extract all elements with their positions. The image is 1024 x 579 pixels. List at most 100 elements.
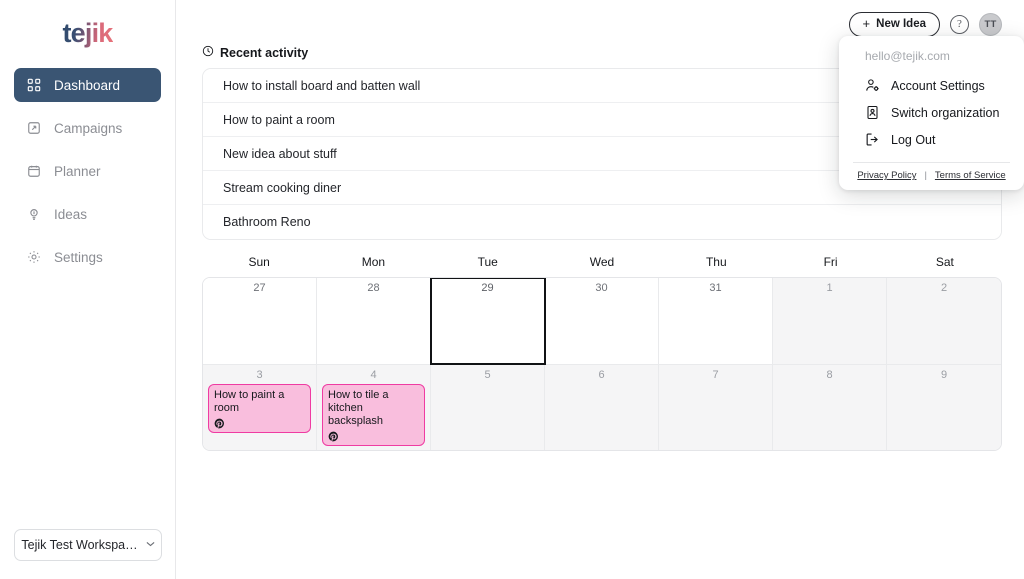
activity-label: Bathroom Reno xyxy=(223,215,311,229)
logout-icon xyxy=(865,132,880,147)
day-number: 6 xyxy=(598,369,605,381)
calendar-cell[interactable]: 7 xyxy=(659,364,773,450)
calendar-day-header: Tue xyxy=(477,255,498,269)
menu-item-label: Account Settings xyxy=(891,78,985,93)
event-title: How to paint a room xyxy=(214,389,285,414)
calendar-day-header: Sat xyxy=(935,255,954,269)
sidebar-item-label: Dashboard xyxy=(54,77,121,93)
calendar-cell[interactable]: 27 xyxy=(203,278,317,364)
calendar-cell[interactable]: 3 How to paint a room xyxy=(203,364,317,450)
help-label: ? xyxy=(957,18,962,30)
organization-icon xyxy=(865,105,880,120)
workspace-label: Tejik Test Workspa… xyxy=(21,538,138,552)
new-idea-button[interactable]: + New Idea xyxy=(848,11,940,37)
calendar-cell[interactable]: 6 xyxy=(545,364,659,450)
event-title: How to tile a kitchen backsplash xyxy=(328,389,389,427)
day-number: 9 xyxy=(940,369,948,381)
calendar-cell[interactable]: 30 xyxy=(545,278,659,364)
menu-item-label: Log Out xyxy=(891,132,936,147)
calendar-grid: 27 28 29 30 31 1 2 3 How to paint a room… xyxy=(202,277,1002,451)
account-menu: hello@tejik.com Account Settings Switch … xyxy=(839,36,1024,190)
sidebar-item-campaigns[interactable]: Campaigns xyxy=(14,111,161,145)
workspace-selector-wrap: Tejik Test Workspa… xyxy=(0,529,175,579)
calendar-cell[interactable]: 31 xyxy=(659,278,773,364)
calendar-cell-today[interactable]: 29 xyxy=(430,278,546,365)
sidebar-item-dashboard[interactable]: Dashboard xyxy=(14,68,161,102)
avatar-initials: TT xyxy=(984,18,997,30)
activity-label: Stream cooking diner xyxy=(223,180,342,195)
recent-activity-title: Recent activity xyxy=(220,45,309,60)
calendar-cell[interactable]: 8 xyxy=(773,364,887,450)
calendar: Sun Mon Tue Wed Thu Fri Sat 27 28 29 30 … xyxy=(202,255,1002,451)
workspace-selector[interactable]: Tejik Test Workspa… xyxy=(14,529,162,561)
account-email: hello@tejik.com xyxy=(865,49,950,63)
calendar-cell[interactable]: 28 xyxy=(317,278,431,364)
app-root: tejik Dashboard Campaigns Planner Ideas … xyxy=(0,0,1024,579)
topbar: + New Idea ? TT xyxy=(200,0,1002,40)
grid-icon xyxy=(26,78,41,93)
sidebar-item-label: Planner xyxy=(54,163,101,179)
user-gear-icon xyxy=(865,78,880,93)
clock-icon xyxy=(202,45,214,60)
sidebar: tejik Dashboard Campaigns Planner Ideas … xyxy=(0,0,176,579)
calendar-cell[interactable]: 2 xyxy=(887,278,1001,364)
calendar-day-headers: Sun Mon Tue Wed Thu Fri Sat xyxy=(202,255,1002,273)
day-number: 31 xyxy=(709,282,722,294)
calendar-day-header: Sun xyxy=(248,255,270,269)
sidebar-item-label: Settings xyxy=(54,249,103,265)
plus-icon: + xyxy=(862,16,871,31)
calendar-cell[interactable]: 9 xyxy=(887,364,1001,450)
sidebar-item-ideas[interactable]: Ideas xyxy=(14,197,161,231)
sidebar-nav: Dashboard Campaigns Planner Ideas Settin… xyxy=(0,68,175,274)
menu-item-log-out[interactable]: Log Out xyxy=(839,126,1024,153)
calendar-cell[interactable]: 1 xyxy=(773,278,887,364)
activity-label: New idea about stuff xyxy=(223,146,337,161)
sidebar-item-label: Campaigns xyxy=(54,120,123,136)
day-number: 3 xyxy=(256,369,263,381)
gear-icon xyxy=(26,250,41,265)
footer-separator: | xyxy=(924,170,927,181)
sidebar-item-planner[interactable]: Planner xyxy=(14,154,161,188)
logo-text: tejik xyxy=(62,17,113,48)
lightbulb-icon xyxy=(26,207,41,222)
chevron-down-icon xyxy=(146,540,155,550)
day-number: 29 xyxy=(481,282,494,294)
campaign-icon xyxy=(26,121,41,136)
calendar-day-header: Fri xyxy=(823,255,838,269)
day-number: 30 xyxy=(595,282,608,294)
logo[interactable]: tejik xyxy=(0,0,175,60)
avatar[interactable]: TT xyxy=(979,12,1002,36)
calendar-cell[interactable]: 5 xyxy=(431,364,545,450)
activity-label: How to install board and batten wall xyxy=(223,78,421,93)
help-icon[interactable]: ? xyxy=(950,14,969,34)
day-number: 8 xyxy=(826,369,833,381)
calendar-day-header: Mon xyxy=(361,255,386,269)
sidebar-item-settings[interactable]: Settings xyxy=(14,240,161,274)
day-number: 7 xyxy=(712,369,719,381)
sidebar-item-label: Ideas xyxy=(54,206,88,222)
menu-item-label: Switch organization xyxy=(891,105,1000,120)
calendar-cell[interactable]: 4 How to tile a kitchen backsplash xyxy=(317,364,431,450)
new-idea-label: New Idea xyxy=(876,18,926,30)
calendar-icon xyxy=(26,164,41,179)
menu-item-switch-organization[interactable]: Switch organization xyxy=(839,99,1024,126)
pinterest-icon xyxy=(214,418,225,429)
day-number: 28 xyxy=(367,282,380,294)
day-number: 5 xyxy=(484,369,491,381)
day-number: 2 xyxy=(940,282,948,294)
calendar-event[interactable]: How to paint a room xyxy=(208,384,311,433)
menu-item-account-settings[interactable]: Account Settings xyxy=(839,72,1024,99)
activity-label: How to paint a room xyxy=(223,112,335,127)
list-item[interactable]: Bathroom Reno xyxy=(203,205,1001,239)
calendar-week: 27 28 29 30 31 1 2 xyxy=(203,278,1001,365)
main-content: + New Idea ? TT Recent activity How to i… xyxy=(176,0,1024,579)
calendar-event[interactable]: How to tile a kitchen backsplash xyxy=(322,384,425,446)
calendar-week: 3 How to paint a room 4 How to tile a ki… xyxy=(203,364,1001,450)
day-number: 1 xyxy=(826,282,833,294)
terms-of-service-link[interactable]: Terms of Service xyxy=(935,170,1006,181)
pinterest-icon xyxy=(328,431,339,442)
privacy-policy-link[interactable]: Privacy Policy xyxy=(857,170,916,181)
